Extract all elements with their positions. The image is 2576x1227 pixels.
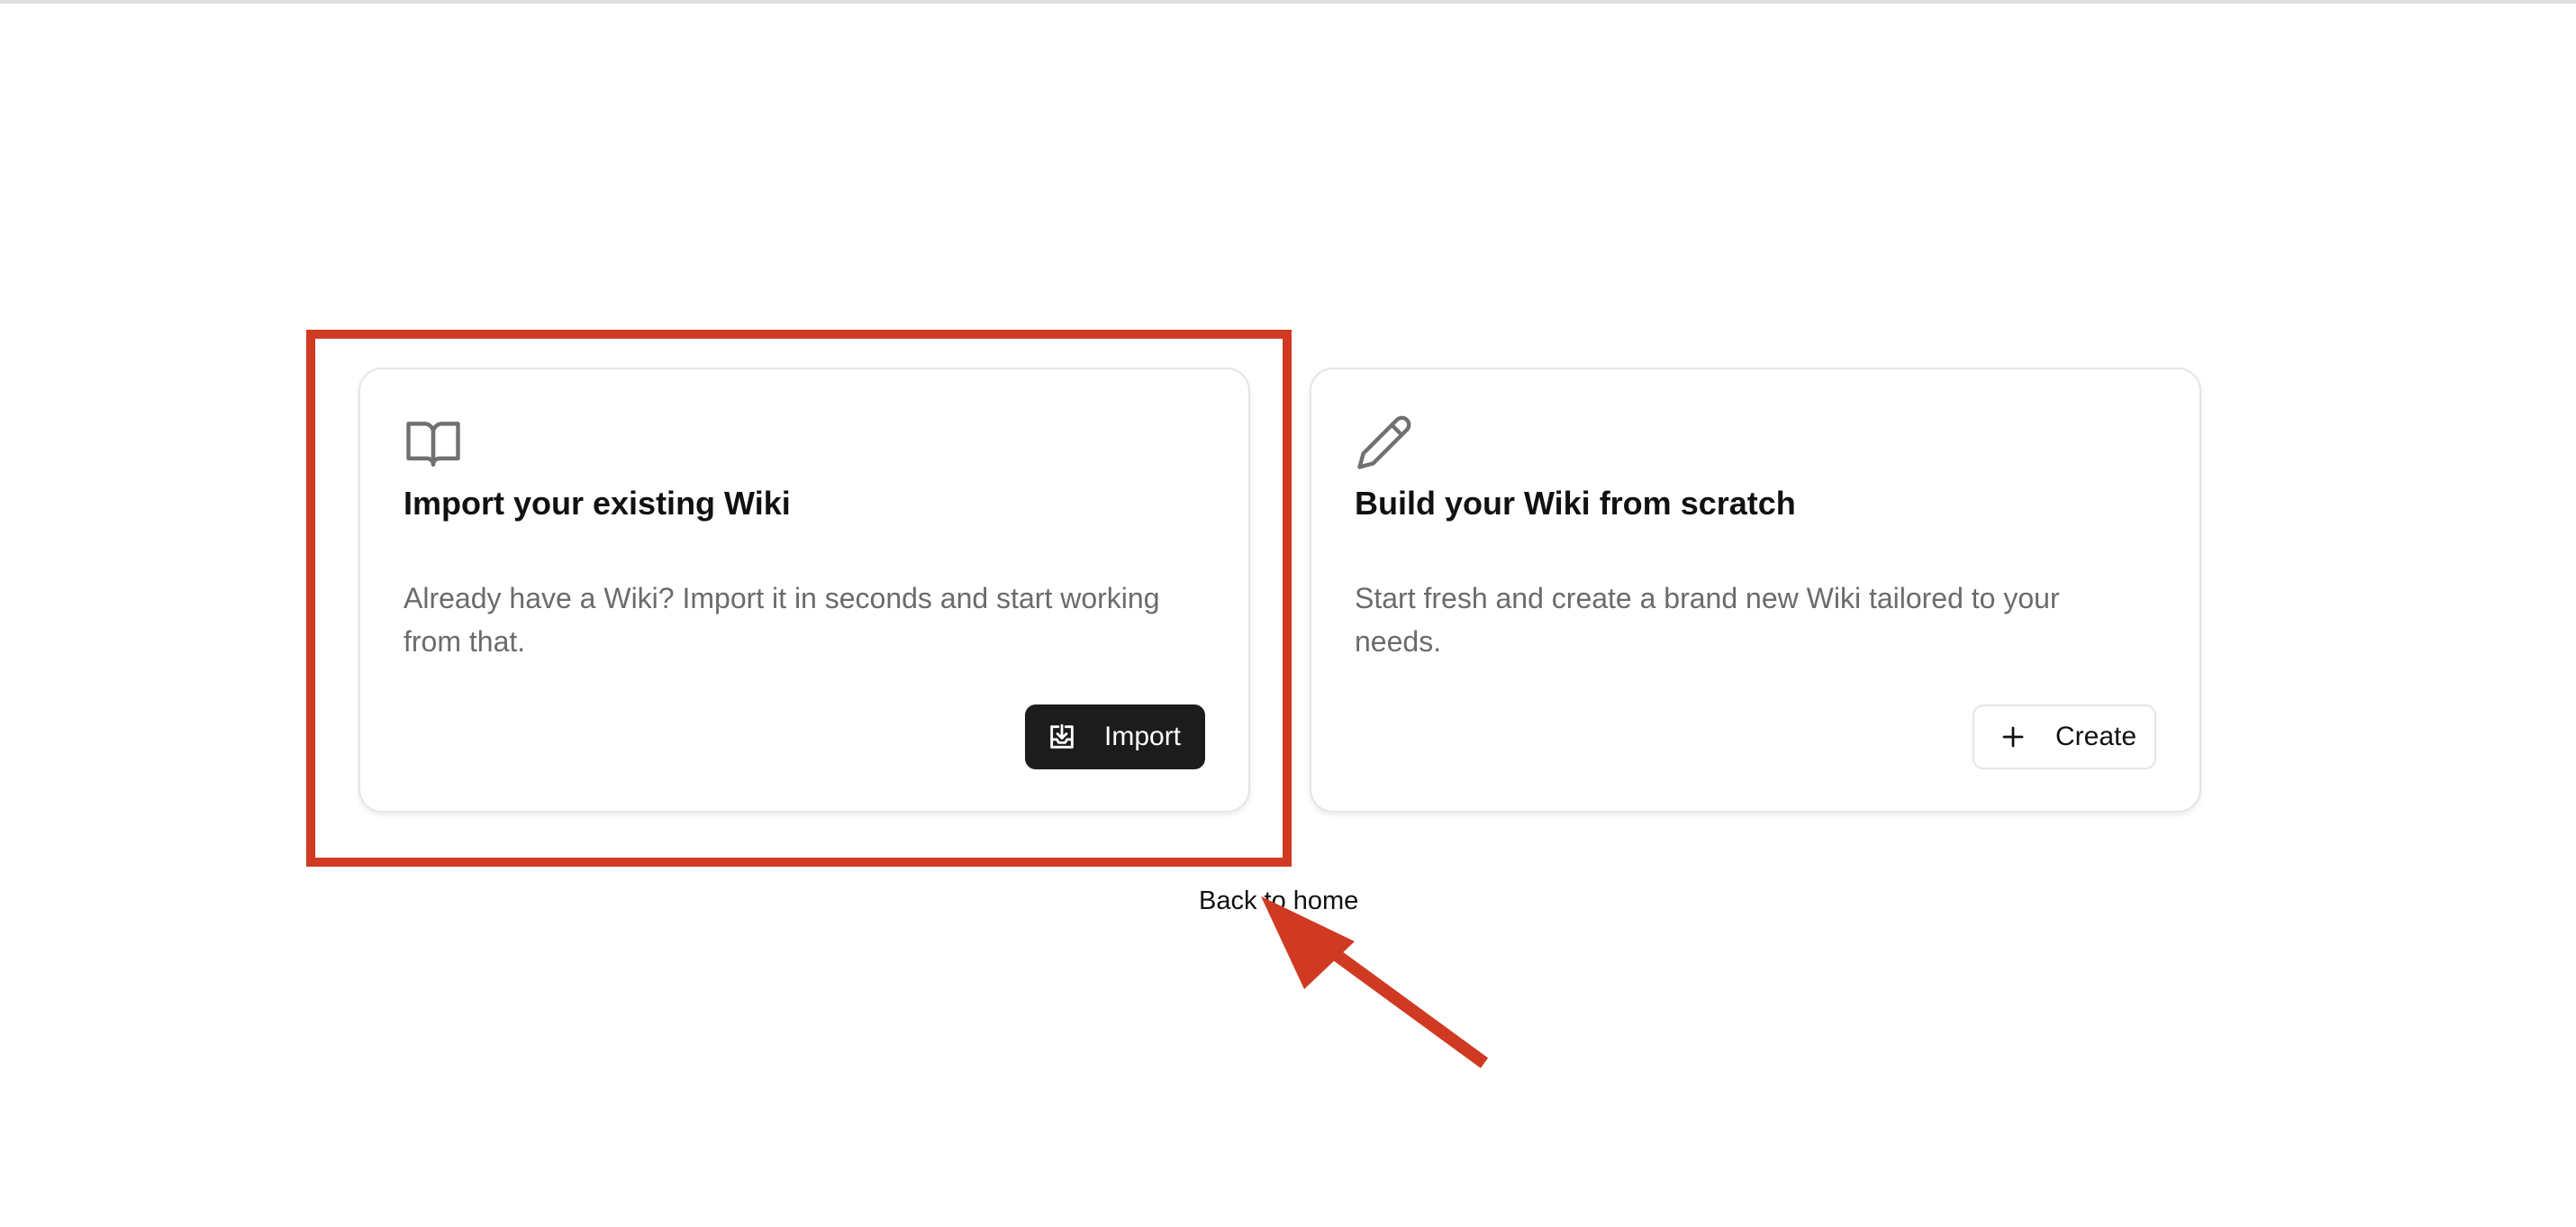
download-tray-icon bbox=[1047, 722, 1077, 752]
create-button-label: Create bbox=[2055, 722, 2137, 751]
open-book-icon bbox=[404, 413, 463, 472]
plus-icon bbox=[1998, 722, 2028, 752]
back-to-home-link[interactable]: Back to home bbox=[1199, 886, 1358, 916]
pencil-icon bbox=[1355, 413, 1414, 472]
import-card-title: Import your existing Wiki bbox=[404, 485, 791, 522]
top-divider bbox=[0, 0, 2576, 4]
create-card-title: Build your Wiki from scratch bbox=[1355, 485, 1796, 522]
create-card-description: Start fresh and create a brand new Wiki … bbox=[1355, 582, 2060, 658]
import-button-label: Import bbox=[1104, 722, 1182, 751]
create-button[interactable]: Create bbox=[1973, 704, 2156, 769]
import-wiki-card: Import your existing Wiki Already have a… bbox=[358, 368, 1250, 813]
import-card-description: Already have a Wiki? Import it in second… bbox=[404, 582, 1160, 658]
import-button[interactable]: Import bbox=[1025, 704, 1205, 769]
create-wiki-card: Build your Wiki from scratch Start fresh… bbox=[1310, 368, 2201, 813]
